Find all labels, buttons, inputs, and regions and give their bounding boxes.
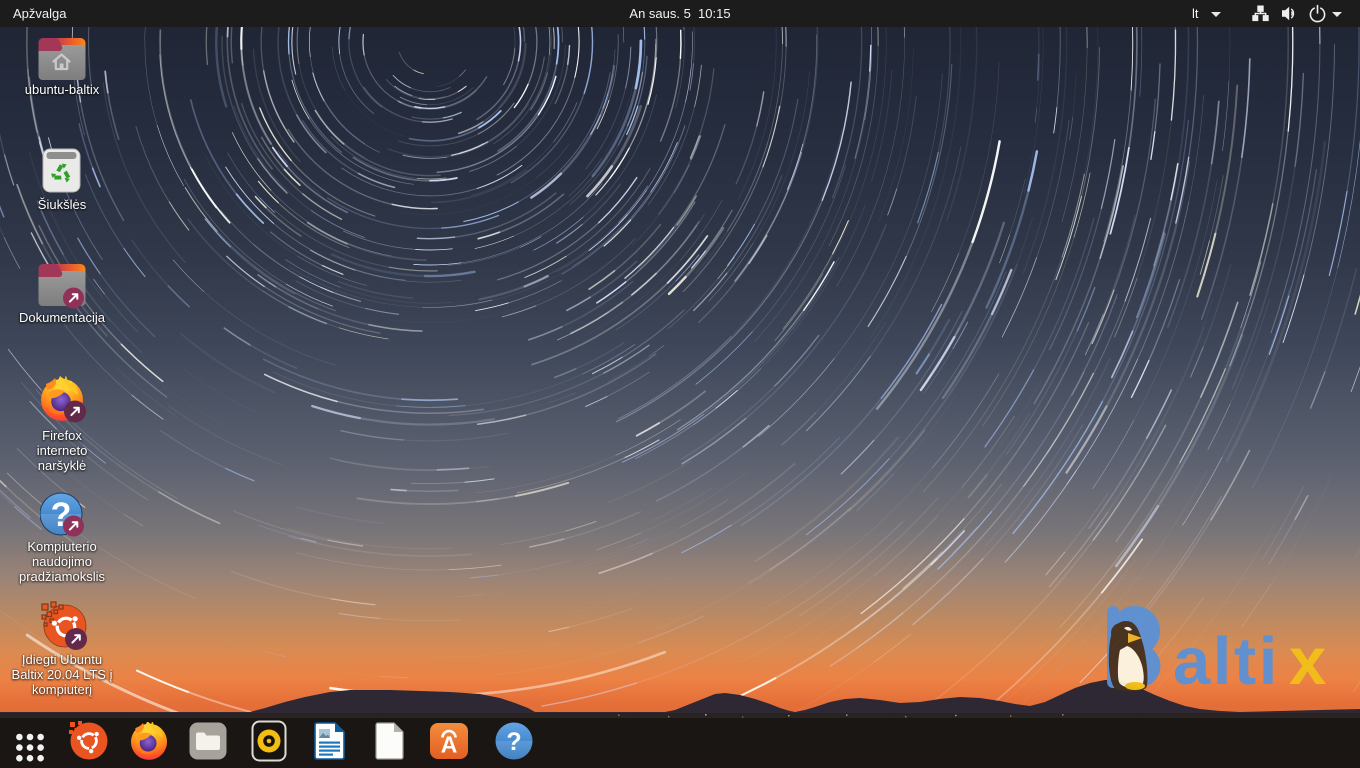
svg-text:?: ?: [506, 728, 521, 756]
svg-text:A: A: [441, 732, 458, 758]
svg-text:x: x: [1289, 624, 1326, 699]
svg-text:alti: alti: [1173, 624, 1280, 699]
